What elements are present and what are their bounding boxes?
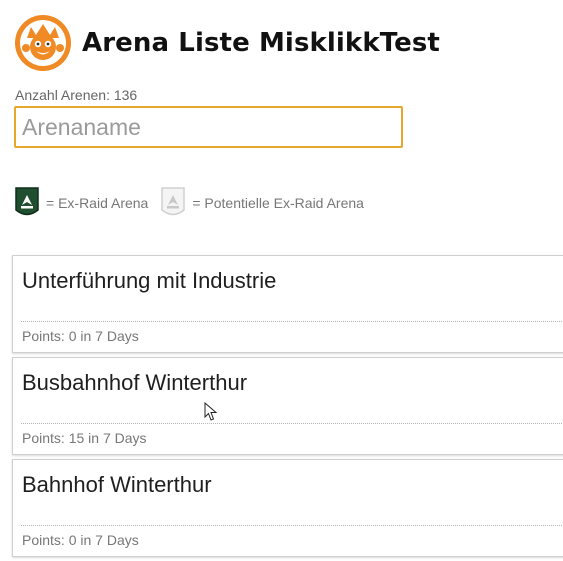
potential-ex-raid-legend-label: = Potentielle Ex-Raid Arena xyxy=(192,195,364,211)
page-title: Arena Liste MisklikkTest xyxy=(82,28,440,58)
potential-ex-raid-icon xyxy=(161,187,186,216)
arena-count-label: Anzahl Arenen: xyxy=(15,87,110,103)
arena-card[interactable]: Bahnhof Winterthur Points: 0 in 7 Days xyxy=(12,459,563,557)
arena-name: Busbahnhof Winterthur xyxy=(22,370,248,395)
arena-card[interactable]: Busbahnhof Winterthur Points: 15 in 7 Da… xyxy=(12,357,563,455)
pokemon-go-gym-logo-icon xyxy=(15,15,71,71)
ex-raid-badge-icon xyxy=(15,187,39,216)
arena-card[interactable]: Unterführung mit Industrie Points: 0 in … xyxy=(12,255,563,353)
arena-points: Points: 0 in 7 Days xyxy=(22,532,139,548)
arena-list: Unterführung mit Industrie Points: 0 in … xyxy=(12,255,563,561)
arena-count-value: 136 xyxy=(113,87,138,103)
legend: = Ex-Raid Arena = Potentielle Ex-Raid Ar… xyxy=(14,183,368,223)
arena-name: Unterführung mit Industrie xyxy=(22,268,277,293)
card-divider xyxy=(21,423,563,424)
arena-points: Points: 0 in 7 Days xyxy=(22,328,139,344)
arena-search-input[interactable] xyxy=(14,106,403,148)
card-divider xyxy=(21,321,563,322)
arena-points: Points: 15 in 7 Days xyxy=(22,430,147,446)
arena-count: Anzahl Arenen: 136 xyxy=(15,87,137,103)
arena-name: Bahnhof Winterthur xyxy=(22,472,212,497)
card-divider xyxy=(21,525,563,526)
ex-raid-legend-label: = Ex-Raid Arena xyxy=(46,195,149,211)
page-header: Arena Liste MisklikkTest xyxy=(14,12,440,74)
